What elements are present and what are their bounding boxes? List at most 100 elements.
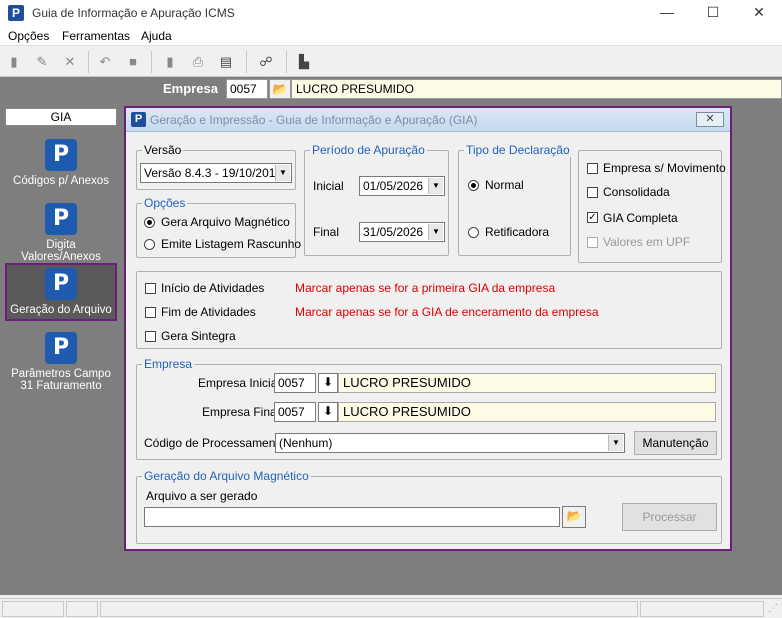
handshake-icon[interactable]: ☍ — [258, 54, 274, 70]
inicio-atividades-checkbox[interactable] — [145, 283, 156, 294]
empresa-sem-movimento-label: Empresa s/ Movimento — [603, 161, 726, 175]
menu-bar: Opções Ferramentas Ajuda — [0, 26, 782, 46]
consolidada-checkbox[interactable] — [587, 187, 598, 198]
open-folder-icon[interactable]: 📂 — [269, 79, 291, 99]
download-arrow-icon[interactable]: ⬇ — [318, 373, 338, 393]
gia-dialog: P Geração e Impressão - Guia de Informaç… — [124, 106, 732, 551]
empresa-label: Empresa — [163, 81, 218, 96]
arquivo-path-input[interactable] — [144, 507, 560, 527]
chevron-down-icon: ▼ — [428, 178, 443, 194]
periodo-final-date[interactable]: 31/05/2026 ▼ — [359, 222, 445, 242]
sidebar-item-digita-valores[interactable]: P Digita Valores/Anexos — [5, 203, 117, 263]
empresa-name-field: LUCRO PRESUMIDO — [291, 79, 782, 99]
toolbar-separator — [246, 51, 247, 73]
valores-upf-checkbox[interactable] — [587, 237, 598, 248]
minimize-button[interactable]: — — [644, 0, 690, 26]
empresa-group-label: Empresa — [142, 357, 195, 371]
emite-listagem-radio[interactable] — [144, 239, 155, 250]
gera-sintegra-checkbox[interactable] — [145, 331, 156, 342]
close-button[interactable]: ✕ — [736, 0, 782, 26]
gera-arquivo-label: Gera Arquivo Magnético — [161, 215, 290, 229]
fim-atividades-label: Fim de Atividades — [161, 305, 256, 319]
dialog-title: Geração e Impressão - Guia de Informação… — [150, 113, 478, 127]
fim-atividades-note: Marcar apenas se for a GIA de encerament… — [295, 305, 599, 319]
sidebar-item-geracao-arquivo[interactable]: P Geração do Arquivo — [5, 263, 117, 321]
sidebar: GIA P Códigos p/ Anexos P Digita Valores… — [0, 101, 122, 595]
sidebar-header: GIA — [5, 108, 117, 126]
tipo-group — [458, 150, 571, 256]
versao-group-label: Versão — [142, 143, 184, 157]
p-logo-icon: P — [45, 203, 77, 235]
empresa-final-label: Empresa Final — [202, 405, 280, 419]
versao-value: Versão 8.4.3 - 19/10/2016 — [144, 166, 283, 180]
download-arrow-icon[interactable]: ⬇ — [318, 402, 338, 422]
menu-opcoes[interactable]: Opções — [8, 29, 49, 43]
arquivo-field-label: Arquivo a ser gerado — [146, 489, 258, 503]
resize-grip-icon[interactable]: ⋰ — [768, 603, 778, 614]
sidebar-item-codigos[interactable]: P Códigos p/ Anexos — [5, 139, 117, 195]
undo-icon[interactable]: ↶ — [97, 54, 113, 70]
inicio-atividades-label: Início de Atividades — [161, 281, 265, 295]
menu-ferramentas[interactable]: Ferramentas — [62, 29, 130, 43]
dialog-close-button[interactable]: ✕ — [696, 112, 724, 127]
maximize-button[interactable]: ☐ — [690, 0, 736, 26]
menu-ajuda[interactable]: Ajuda — [141, 29, 172, 43]
preview-icon[interactable]: ▤ — [218, 54, 234, 70]
empresa-inicial-label: Empresa Inicial — [198, 376, 281, 390]
valores-upf-label: Valores em UPF — [603, 235, 691, 249]
empresa-inicial-name: LUCRO PRESUMIDO — [338, 373, 716, 393]
new-document-icon[interactable]: ▮ — [6, 54, 22, 70]
normal-radio[interactable] — [468, 180, 479, 191]
periodo-inicial-value: 01/05/2026 — [363, 179, 424, 193]
versao-select[interactable]: Versão 8.4.3 - 19/10/2016 ▼ — [140, 163, 292, 183]
inicio-atividades-note: Marcar apenas se for a primeira GIA da e… — [295, 281, 556, 295]
edit-icon[interactable]: ✎ — [34, 54, 50, 70]
gera-sintegra-label: Gera Sintegra — [161, 329, 236, 343]
empresa-final-code-input[interactable]: 0057 — [274, 402, 316, 422]
gia-completa-checkbox[interactable]: ✓ — [587, 212, 598, 223]
empresa-final-name: LUCRO PRESUMIDO — [338, 402, 716, 422]
sidebar-item-label: Parâmetros Campo 31 Faturamento — [11, 368, 111, 392]
sidebar-item-label: Geração do Arquivo — [10, 304, 112, 316]
print-icon[interactable]: ⎙ — [190, 54, 206, 70]
status-panel — [640, 601, 764, 617]
empresa-code-input[interactable]: 0057 — [226, 79, 268, 99]
chevron-down-icon: ▼ — [428, 224, 443, 240]
empresa-sem-movimento-checkbox[interactable] — [587, 163, 598, 174]
title-bar: P Guia de Informação e Apuração ICMS — ☐… — [0, 0, 782, 26]
p-logo-icon: P — [131, 112, 146, 127]
codigo-processamento-select[interactable]: (Nenhum) ▼ — [275, 433, 625, 453]
window-title: Guia de Informação e Apuração ICMS — [32, 6, 235, 20]
processar-button[interactable]: Processar — [622, 503, 717, 531]
status-panel — [100, 601, 638, 617]
empresa-inicial-code-input[interactable]: 0057 — [274, 373, 316, 393]
fim-atividades-checkbox[interactable] — [145, 307, 156, 318]
gia-completa-label: GIA Completa — [603, 211, 678, 225]
codigo-processamento-label: Código de Processamento — [144, 436, 286, 450]
emite-listagem-label: Emite Listagem Rascunho — [161, 237, 302, 251]
page-icon[interactable]: ▮ — [162, 54, 178, 70]
empresa-bar: Empresa 0057 📂 LUCRO PRESUMIDO — [0, 77, 782, 101]
exit-door-icon[interactable]: ▙ — [296, 54, 312, 70]
periodo-final-label: Final — [313, 225, 340, 239]
p-logo-icon: P — [45, 268, 77, 300]
chevron-down-icon: ▼ — [608, 435, 623, 451]
arquivo-group-label: Geração do Arquivo Magnético — [142, 469, 311, 483]
periodo-inicial-date[interactable]: 01/05/2026 ▼ — [359, 176, 445, 196]
retificadora-radio[interactable] — [468, 227, 479, 238]
normal-label: Normal — [485, 178, 524, 192]
periodo-inicial-label: Inicial — [313, 179, 344, 193]
tipo-group-label: Tipo de Declaração — [464, 143, 572, 157]
sidebar-item-parametros[interactable]: P Parâmetros Campo 31 Faturamento — [5, 332, 117, 396]
gera-arquivo-radio[interactable] — [144, 217, 155, 228]
dialog-title-bar: P Geração e Impressão - Guia de Informaç… — [126, 108, 730, 132]
open-folder-icon[interactable]: 📂 — [562, 506, 586, 528]
opcoes-group-label: Opções — [142, 196, 188, 210]
delete-icon[interactable]: ✕ — [62, 54, 78, 70]
toolbar-separator — [88, 51, 89, 73]
manutencao-button[interactable]: Manutenção — [634, 431, 717, 455]
status-panel — [2, 601, 64, 617]
sidebar-item-label: Códigos p/ Anexos — [13, 175, 109, 187]
stop-icon[interactable]: ■ — [125, 54, 141, 70]
retificadora-label: Retificadora — [485, 225, 550, 239]
